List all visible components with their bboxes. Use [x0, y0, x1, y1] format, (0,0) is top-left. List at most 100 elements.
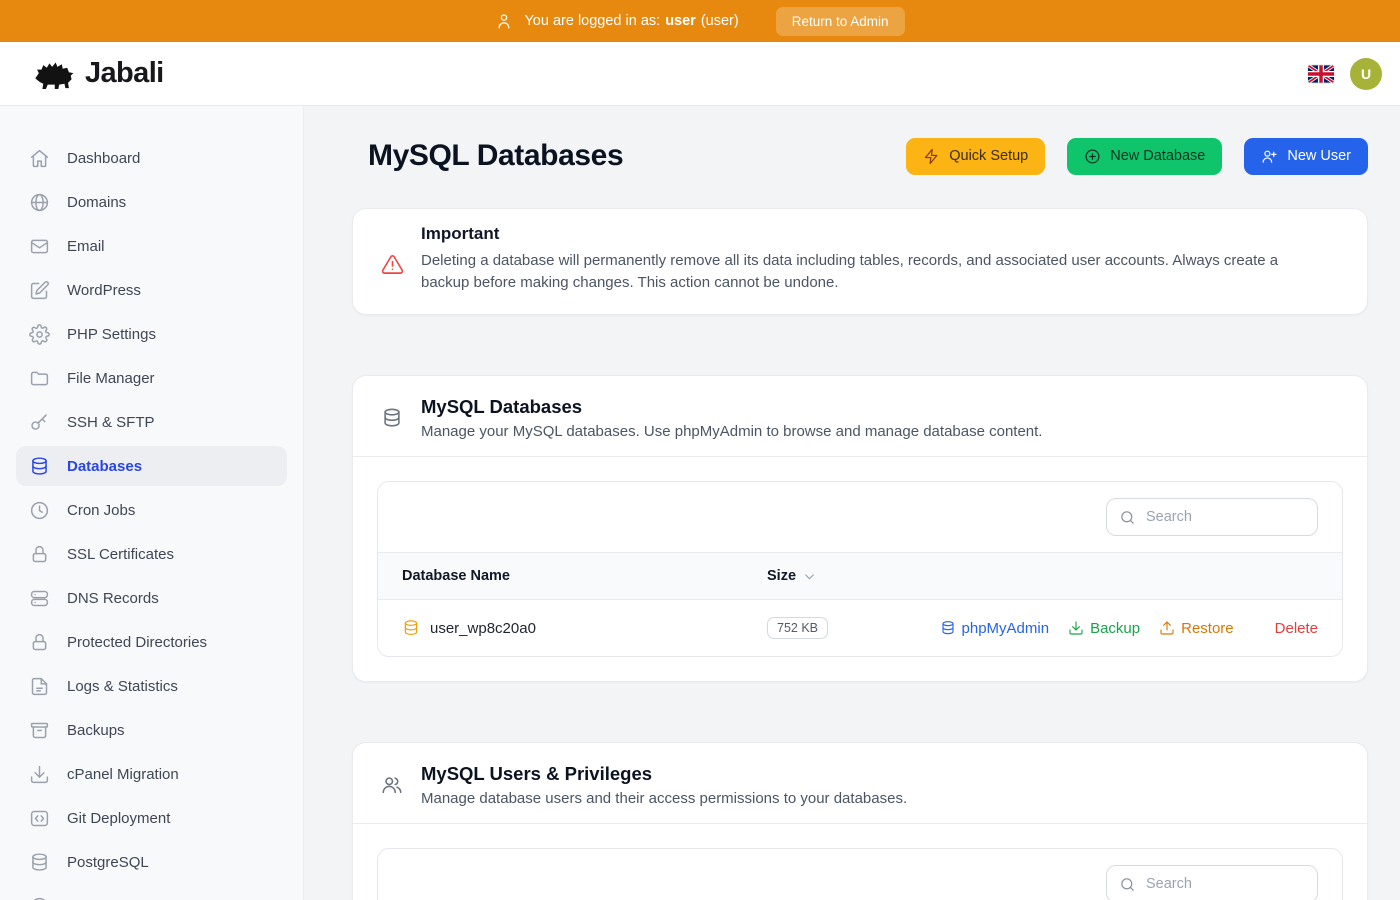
- users-table: User Database Privileges: [377, 848, 1343, 900]
- sidebar-item-domains[interactable]: Domains: [16, 182, 287, 222]
- download-icon: [29, 764, 50, 785]
- sidebar-item-label: Protected Directories: [67, 634, 207, 651]
- person-icon: [495, 12, 513, 30]
- sidebar-item-email[interactable]: Email: [16, 226, 287, 266]
- databases-section-description: Manage your MySQL databases. Use phpMyAd…: [421, 423, 1042, 440]
- globe-icon: [29, 192, 50, 213]
- sidebar-item-dns-records[interactable]: DNS Records: [16, 578, 287, 618]
- action-label: Restore: [1181, 620, 1234, 637]
- sidebar-item-label: cPanel Migration: [67, 766, 179, 783]
- sidebar-item-databases[interactable]: Databases: [16, 446, 287, 486]
- database-search[interactable]: [1106, 498, 1318, 536]
- databases-table: Database Name Size user_wp8c20a0 752 KB …: [377, 481, 1343, 657]
- restore-link[interactable]: Restore: [1159, 620, 1234, 637]
- users-icon: [381, 774, 403, 796]
- archive-icon: [29, 720, 50, 741]
- user-avatar[interactable]: U: [1350, 58, 1382, 90]
- download-icon: [1068, 620, 1084, 636]
- return-to-admin-button[interactable]: Return to Admin: [776, 7, 905, 36]
- mysql-users-card: MySQL Users & Privileges Manage database…: [352, 742, 1368, 900]
- button-label: Quick Setup: [949, 148, 1028, 164]
- warning-triangle-icon: [381, 253, 404, 276]
- key-icon: [29, 412, 50, 433]
- uk-flag-icon[interactable]: [1308, 65, 1334, 83]
- search-icon: [1119, 509, 1136, 526]
- sidebar-item-label: PostgreSQL: [67, 854, 149, 871]
- sidebar-item-dashboard[interactable]: Dashboard: [16, 138, 287, 178]
- button-label: New User: [1287, 148, 1351, 164]
- page-title: MySQL Databases: [368, 139, 623, 173]
- user-search-input[interactable]: [1144, 875, 1305, 893]
- sidebar-item-label: Dashboard: [67, 150, 140, 167]
- action-label: Delete: [1275, 620, 1318, 637]
- row-actions: phpMyAdmin Backup Restore Delete: [940, 620, 1318, 637]
- sidebar-item-php-settings[interactable]: PHP Settings: [16, 314, 287, 354]
- important-title: Important: [421, 224, 1323, 244]
- chevron-down-icon: [802, 569, 817, 584]
- page-actions: Quick Setup New Database New User: [906, 138, 1368, 175]
- zap-icon: [923, 148, 940, 165]
- new-database-button[interactable]: New Database: [1067, 138, 1222, 175]
- sidebar-item-label: DNS Records: [67, 590, 159, 607]
- sidebar-item-cpanel-migration[interactable]: cPanel Migration: [16, 754, 287, 794]
- sidebar: Dashboard Domains Email WordPress PHP Se…: [0, 106, 304, 900]
- column-size-label: Size: [767, 568, 796, 584]
- sidebar-item-logs-statistics[interactable]: Logs & Statistics: [16, 666, 287, 706]
- button-label: New Database: [1110, 148, 1205, 164]
- sidebar-item-git-deployment[interactable]: Git Deployment: [16, 798, 287, 838]
- sidebar-item-file-manager[interactable]: File Manager: [16, 358, 287, 398]
- database-icon: [29, 456, 50, 477]
- folder-icon: [29, 368, 50, 389]
- users-section-title: MySQL Users & Privileges: [421, 763, 907, 785]
- sidebar-item-label: Databases: [67, 458, 142, 475]
- new-user-button[interactable]: New User: [1244, 138, 1368, 175]
- sidebar-item-item[interactable]: [16, 886, 287, 900]
- users-section-description: Manage database users and their access p…: [421, 790, 907, 807]
- sidebar-item-label: WordPress: [67, 282, 141, 299]
- database-table-row: user_wp8c20a0 752 KB phpMyAdmin Backup R…: [378, 600, 1342, 656]
- page-head: MySQL Databases Quick Setup New Database…: [352, 132, 1368, 180]
- file-text-icon: [29, 676, 50, 697]
- user-search[interactable]: [1106, 865, 1318, 900]
- column-size-sort[interactable]: Size: [767, 553, 1318, 599]
- action-label: Backup: [1090, 620, 1140, 637]
- backup-link[interactable]: Backup: [1068, 620, 1140, 637]
- home-icon: [29, 148, 50, 169]
- sidebar-item-label: PHP Settings: [67, 326, 156, 343]
- code-icon: [29, 808, 50, 829]
- user-plus-icon: [1261, 148, 1278, 165]
- admin-impersonation-bar: You are logged in as: user (user) Return…: [0, 0, 1400, 42]
- sidebar-item-label: Logs & Statistics: [67, 678, 178, 695]
- sidebar-item-label: Domains: [67, 194, 126, 211]
- database-search-input[interactable]: [1144, 508, 1305, 526]
- important-body: Deleting a database will permanently rem…: [421, 250, 1323, 294]
- column-database-name: Database Name: [402, 553, 767, 599]
- brand-logo[interactable]: Jabali: [30, 55, 164, 93]
- databases-card-head: MySQL Databases Manage your MySQL databa…: [353, 376, 1367, 457]
- clock-icon: [29, 500, 50, 521]
- mail-icon: [29, 236, 50, 257]
- sidebar-item-label: SSL Certificates: [67, 546, 174, 563]
- databases-table-header: Database Name Size: [378, 552, 1342, 600]
- upload-icon: [1159, 620, 1175, 636]
- mysql-databases-card: MySQL Databases Manage your MySQL databa…: [352, 375, 1368, 682]
- sidebar-item-wordpress[interactable]: WordPress: [16, 270, 287, 310]
- sidebar-item-label: Backups: [67, 722, 125, 739]
- phpmyadmin-link[interactable]: phpMyAdmin: [940, 620, 1050, 637]
- sidebar-item-ssl-certificates[interactable]: SSL Certificates: [16, 534, 287, 574]
- database-icon: [940, 620, 956, 636]
- quick-setup-button[interactable]: Quick Setup: [906, 138, 1045, 175]
- sidebar-item-label: Git Deployment: [67, 810, 170, 827]
- database-name: user_wp8c20a0: [430, 620, 536, 637]
- important-notice-card: Important Deleting a database will perma…: [352, 208, 1368, 315]
- sidebar-item-postgresql[interactable]: PostgreSQL: [16, 842, 287, 882]
- sidebar-item-protected-directories[interactable]: Protected Directories: [16, 622, 287, 662]
- users-card-head: MySQL Users & Privileges Manage database…: [353, 743, 1367, 824]
- sidebar-item-ssh-sftp[interactable]: SSH & SFTP: [16, 402, 287, 442]
- sidebar-item-cron-jobs[interactable]: Cron Jobs: [16, 490, 287, 530]
- delete-link[interactable]: Delete: [1253, 620, 1318, 637]
- circle-icon: [29, 896, 50, 900]
- lock-icon: [29, 632, 50, 653]
- sidebar-item-backups[interactable]: Backups: [16, 710, 287, 750]
- action-label: phpMyAdmin: [962, 620, 1050, 637]
